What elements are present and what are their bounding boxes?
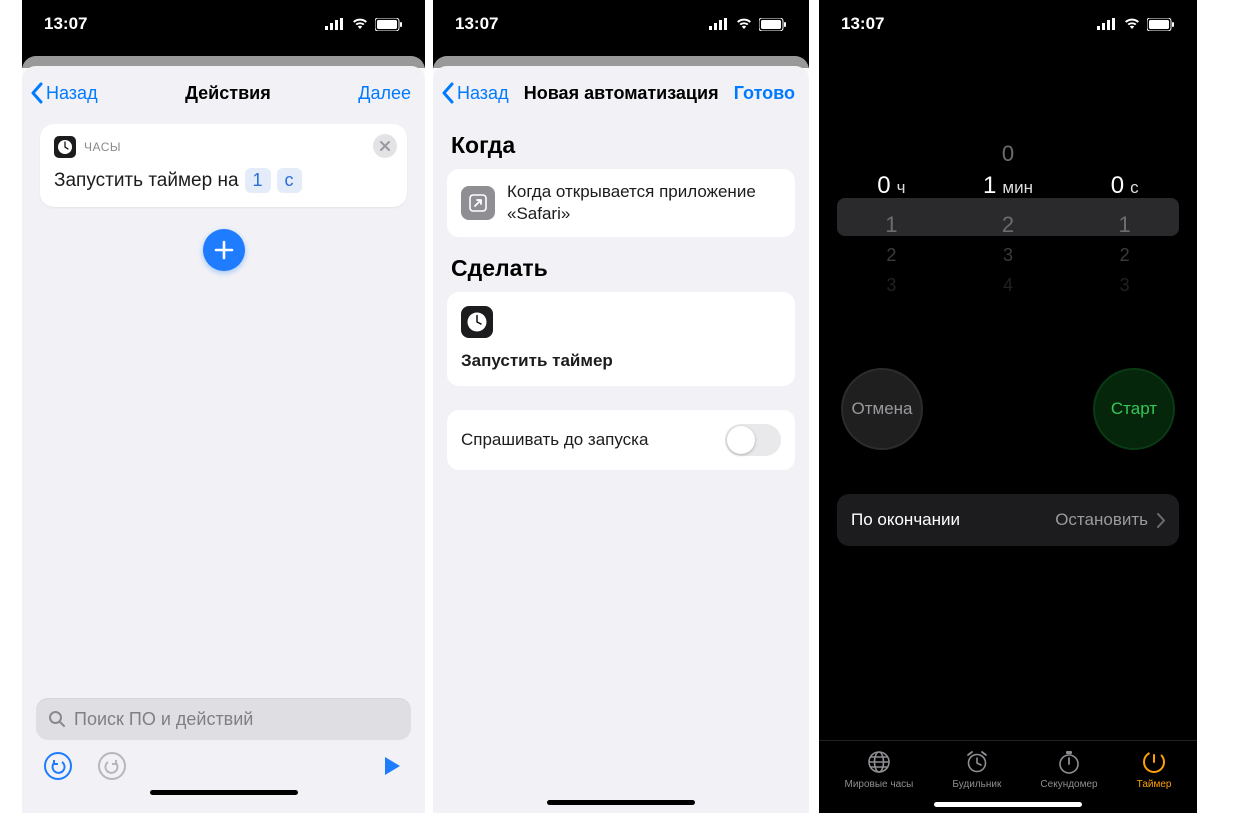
start-button[interactable]: Старт bbox=[1093, 368, 1175, 450]
do-header: Сделать bbox=[451, 255, 791, 282]
search-placeholder: Поиск ПО и действий bbox=[74, 709, 253, 730]
status-time: 13:07 bbox=[841, 14, 884, 34]
search-input[interactable]: Поиск ПО и действий bbox=[36, 698, 411, 740]
clock-app-icon bbox=[54, 136, 76, 158]
status-time: 13:07 bbox=[44, 14, 87, 34]
signal-icon bbox=[1097, 18, 1117, 30]
minutes-column[interactable]: 0 1мин 2 3 4 bbox=[972, 138, 1045, 308]
globe-icon bbox=[866, 749, 892, 775]
cancel-button[interactable]: Отмена bbox=[841, 368, 923, 450]
plus-icon bbox=[214, 240, 234, 260]
wifi-icon bbox=[351, 18, 369, 30]
card-app-label: ЧАСЫ bbox=[84, 140, 121, 154]
tab-world-clock[interactable]: Мировые часы bbox=[845, 749, 914, 790]
undo-button[interactable] bbox=[44, 752, 72, 780]
seconds-value: 0 bbox=[1111, 172, 1124, 200]
ask-label: Спрашивать до запуска bbox=[461, 430, 648, 450]
page-title: Новая автоматизация bbox=[509, 83, 734, 104]
when-condition-row[interactable]: Когда открывается приложение «Safari» bbox=[447, 169, 795, 237]
battery-icon bbox=[1147, 18, 1175, 31]
navbar: Назад Действия Далее bbox=[22, 66, 425, 114]
home-indicator bbox=[934, 802, 1082, 807]
redo-icon bbox=[104, 758, 120, 774]
tab-timer[interactable]: Таймер bbox=[1137, 749, 1172, 790]
back-label: Назад bbox=[46, 83, 98, 104]
play-icon bbox=[381, 755, 403, 777]
seconds-column[interactable]: 0с 1 2 3 bbox=[1088, 138, 1161, 308]
done-button[interactable]: Готово bbox=[734, 83, 795, 104]
signal-icon bbox=[325, 18, 345, 30]
do-action-row[interactable]: Запустить таймер bbox=[447, 292, 795, 386]
minutes-value: 1 bbox=[983, 172, 996, 200]
ask-before-run-row: Спрашивать до запуска bbox=[447, 410, 795, 470]
alarm-icon bbox=[964, 749, 990, 775]
wifi-icon bbox=[1123, 18, 1141, 30]
do-action-label: Запустить таймер bbox=[461, 350, 613, 372]
search-icon bbox=[48, 710, 66, 728]
tab-stopwatch[interactable]: Секундомер bbox=[1040, 749, 1097, 790]
status-bar: 13:07 bbox=[433, 0, 809, 58]
seconds-unit: с bbox=[1130, 178, 1139, 198]
home-indicator bbox=[150, 790, 298, 795]
ask-before-run-toggle[interactable] bbox=[725, 424, 781, 456]
chevron-left-icon bbox=[441, 82, 455, 104]
chevron-right-icon bbox=[1156, 513, 1165, 528]
undo-icon bbox=[50, 758, 66, 774]
close-icon bbox=[379, 140, 391, 152]
status-time: 13:07 bbox=[455, 14, 498, 34]
page-title: Действия bbox=[98, 83, 359, 104]
action-card: ЧАСЫ Запустить таймер на 1 с bbox=[40, 124, 407, 207]
status-bar: 13:07 bbox=[819, 0, 1197, 58]
app-open-icon bbox=[461, 186, 495, 220]
back-button[interactable]: Назад bbox=[30, 82, 98, 104]
chevron-left-icon bbox=[30, 82, 44, 104]
hours-value: 0 bbox=[877, 172, 890, 200]
signal-icon bbox=[709, 18, 729, 30]
stopwatch-icon bbox=[1056, 749, 1082, 775]
redo-button[interactable] bbox=[98, 752, 126, 780]
when-header: Когда bbox=[451, 132, 791, 159]
tab-bar: Мировые часы Будильник Секундомер Таймер bbox=[819, 740, 1197, 792]
when-timer-ends-row[interactable]: По окончании Остановить bbox=[837, 494, 1179, 546]
wifi-icon bbox=[735, 18, 753, 30]
timer-picker[interactable]: 0ч 1 2 3 0 1мин 2 3 4 0с 1 2 3 bbox=[819, 138, 1197, 308]
run-button[interactable] bbox=[381, 755, 403, 777]
clock-app-icon bbox=[461, 306, 493, 338]
battery-icon bbox=[759, 18, 787, 31]
back-label: Назад bbox=[457, 83, 509, 104]
add-action-button[interactable] bbox=[203, 229, 245, 271]
next-button[interactable]: Далее bbox=[358, 83, 411, 104]
status-bar: 13:07 bbox=[22, 0, 425, 58]
home-indicator bbox=[547, 800, 695, 805]
hours-column[interactable]: 0ч 1 2 3 bbox=[855, 138, 928, 308]
timer-duration-unit[interactable]: с bbox=[277, 168, 302, 193]
minutes-unit: мин bbox=[1002, 178, 1033, 198]
navbar: Назад Новая автоматизация Готово bbox=[433, 66, 809, 114]
tab-alarm[interactable]: Будильник bbox=[952, 749, 1001, 790]
when-text: Когда открывается приложение «Safari» bbox=[507, 181, 781, 225]
remove-action-button[interactable] bbox=[373, 134, 397, 158]
battery-icon bbox=[375, 18, 403, 31]
end-label: По окончании bbox=[851, 510, 960, 530]
hours-unit: ч bbox=[897, 178, 906, 198]
action-text: Запустить таймер на bbox=[54, 170, 239, 192]
back-button[interactable]: Назад bbox=[441, 82, 509, 104]
end-value: Остановить bbox=[1055, 510, 1148, 530]
timer-duration-value[interactable]: 1 bbox=[245, 168, 271, 193]
timer-icon bbox=[1141, 749, 1167, 775]
